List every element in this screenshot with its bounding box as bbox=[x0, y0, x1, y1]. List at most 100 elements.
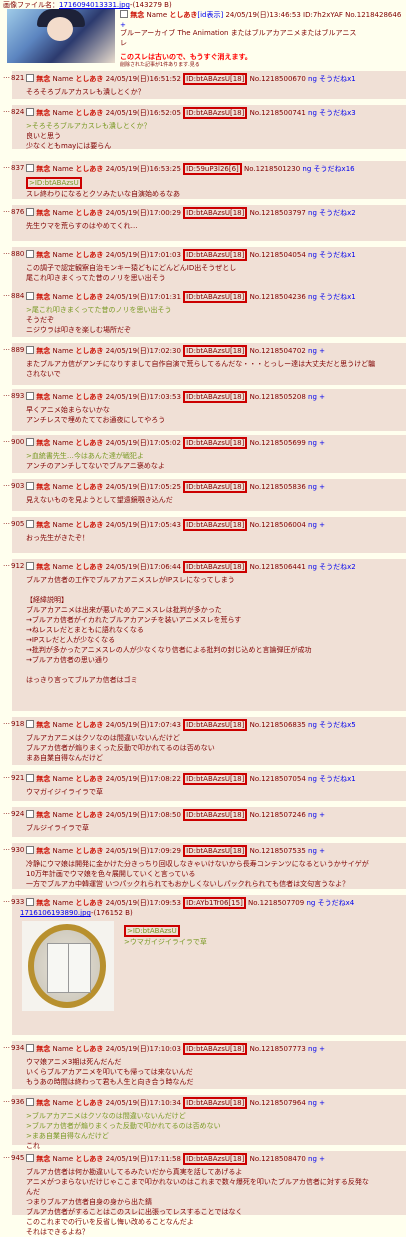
reply-no[interactable]: No.1218500670 bbox=[250, 75, 306, 83]
reply-select-checkbox[interactable] bbox=[26, 520, 34, 528]
reply-no[interactable]: No.1218505836 bbox=[250, 483, 306, 491]
reply-image[interactable] bbox=[22, 921, 114, 1011]
reply-no[interactable]: No.1218507246 bbox=[250, 811, 306, 819]
reply-no[interactable]: No.1218504054 bbox=[250, 251, 306, 259]
reply-ng-link[interactable]: ng bbox=[308, 251, 317, 259]
reply-ng-link[interactable]: ng bbox=[308, 75, 317, 83]
reply-ng-link[interactable]: ng bbox=[308, 721, 317, 729]
reply-sodane-button[interactable]: + bbox=[319, 1045, 325, 1053]
reply-ng-link[interactable]: ng bbox=[308, 109, 317, 117]
op-deleted-note[interactable]: 削除された記事が1件あります.見る bbox=[120, 62, 404, 68]
reply-sodane-button[interactable]: そうだねx1 bbox=[319, 75, 356, 83]
reply-id[interactable]: ID:btABAzsU[18] bbox=[183, 249, 248, 261]
reply-id[interactable]: ID:btABAzsU[18] bbox=[183, 561, 248, 573]
reply-select-checkbox[interactable] bbox=[26, 846, 34, 854]
reply-id[interactable]: ID:btABAzsU[18] bbox=[183, 481, 248, 493]
reply-ng-link[interactable]: ng bbox=[308, 775, 317, 783]
reply-sodane-button[interactable]: + bbox=[319, 1099, 325, 1107]
reply-sodane-button[interactable]: そうだねx1 bbox=[319, 775, 356, 783]
reply-id[interactable]: ID:btABAzsU[18] bbox=[183, 1097, 248, 1109]
reply-no[interactable]: No.1218507709 bbox=[248, 899, 304, 907]
reply-ng-link[interactable]: ng bbox=[308, 1045, 317, 1053]
reply-sodane-button[interactable]: + bbox=[319, 347, 325, 355]
reply-id[interactable]: ID:btABAzsU[18] bbox=[183, 719, 248, 731]
reply-ng-link[interactable]: ng bbox=[308, 347, 317, 355]
reply-ng-link[interactable]: ng bbox=[308, 483, 317, 491]
reply-sodane-button[interactable]: そうだねx2 bbox=[319, 209, 356, 217]
reply-sodane-button[interactable]: そうだねx16 bbox=[314, 165, 355, 173]
reply-id[interactable]: ID:btABAzsU[18] bbox=[183, 845, 248, 857]
reply-select-checkbox[interactable] bbox=[26, 482, 34, 490]
reply-id[interactable]: ID:btABAzsU[18] bbox=[183, 437, 248, 449]
op-id-show-link[interactable]: [id表示] bbox=[197, 11, 223, 19]
reply-id[interactable]: ID:btABAzsU[18] bbox=[183, 773, 248, 785]
reply-select-checkbox[interactable] bbox=[26, 1098, 34, 1106]
reply-ng-link[interactable]: ng bbox=[308, 811, 317, 819]
reply-id[interactable]: ID:btABAzsU[18] bbox=[183, 809, 248, 821]
reply-sodane-button[interactable]: そうだねx5 bbox=[319, 721, 356, 729]
reply-no[interactable]: No.1218501230 bbox=[244, 165, 300, 173]
reply-sodane-button[interactable]: そうだねx2 bbox=[319, 563, 356, 571]
reply-no[interactable]: No.1218507054 bbox=[250, 775, 306, 783]
reply-select-checkbox[interactable] bbox=[26, 720, 34, 728]
op-select-checkbox[interactable] bbox=[120, 10, 128, 18]
reply-sodane-button[interactable]: + bbox=[319, 811, 325, 819]
reply-select-checkbox[interactable] bbox=[26, 164, 34, 172]
reply-select-checkbox[interactable] bbox=[26, 810, 34, 818]
op-thumbnail[interactable] bbox=[7, 9, 115, 63]
reply-id[interactable]: ID:btABAzsU[18] bbox=[183, 519, 248, 531]
reply-ng-link[interactable]: ng bbox=[308, 393, 317, 401]
reply-ng-link[interactable]: ng bbox=[308, 847, 317, 855]
reply-no[interactable]: No.1218507964 bbox=[250, 1099, 306, 1107]
op-file-link[interactable]: 1716094013331.jpg bbox=[59, 1, 130, 9]
reply-ng-link[interactable]: ng bbox=[306, 899, 315, 907]
reply-id[interactable]: ID:btABAzsU[18] bbox=[183, 207, 248, 219]
reply-id[interactable]: ID:btABAzsU[18] bbox=[183, 1153, 248, 1165]
reply-select-checkbox[interactable] bbox=[26, 1154, 34, 1162]
reply-id[interactable]: ID:btABAzsU[18] bbox=[183, 345, 248, 357]
reply-select-checkbox[interactable] bbox=[26, 346, 34, 354]
reply-ng-link[interactable]: ng bbox=[308, 293, 317, 301]
reply-select-checkbox[interactable] bbox=[26, 292, 34, 300]
reply-file-link[interactable]: 1716106193890.jpg bbox=[20, 909, 91, 917]
reply-select-checkbox[interactable] bbox=[26, 208, 34, 216]
reply-sodane-button[interactable]: そうだねx4 bbox=[318, 899, 355, 907]
reply-id[interactable]: ID:btABAzsU[18] bbox=[183, 107, 248, 119]
reply-no[interactable]: No.1218506004 bbox=[250, 521, 306, 529]
reply-sodane-button[interactable]: + bbox=[319, 521, 325, 529]
reply-no[interactable]: No.1218506441 bbox=[250, 563, 306, 571]
reply-select-checkbox[interactable] bbox=[26, 438, 34, 446]
reply-ng-link[interactable]: ng bbox=[308, 521, 317, 529]
reply-sodane-button[interactable]: + bbox=[319, 439, 325, 447]
reply-sodane-button[interactable]: + bbox=[319, 483, 325, 491]
reply-id[interactable]: ID:59uP3l26[6] bbox=[183, 163, 242, 175]
reply-id[interactable]: ID:btABAzsU[18] bbox=[183, 391, 248, 403]
op-no[interactable]: No.1218428646 bbox=[345, 11, 401, 19]
reply-no[interactable]: No.1218507773 bbox=[250, 1045, 306, 1053]
reply-no[interactable]: No.1218507535 bbox=[250, 847, 306, 855]
reply-id[interactable]: ID:AYb1Tr06[15] bbox=[183, 897, 246, 909]
reply-no[interactable]: No.1218505208 bbox=[250, 393, 306, 401]
reply-sodane-button[interactable]: そうだねx3 bbox=[319, 109, 356, 117]
reply-no[interactable]: No.1218500741 bbox=[250, 109, 306, 117]
reply-ng-link[interactable]: ng bbox=[308, 439, 317, 447]
reply-select-checkbox[interactable] bbox=[26, 774, 34, 782]
reply-select-checkbox[interactable] bbox=[26, 392, 34, 400]
reply-sodane-button[interactable]: そうだねx1 bbox=[319, 251, 356, 259]
reply-no[interactable]: No.1218503797 bbox=[250, 209, 306, 217]
reply-ng-link[interactable]: ng bbox=[308, 1099, 317, 1107]
reply-sodane-button[interactable]: + bbox=[319, 1155, 325, 1163]
reply-select-checkbox[interactable] bbox=[26, 108, 34, 116]
reply-ng-link[interactable]: ng bbox=[308, 563, 317, 571]
reply-sodane-button[interactable]: + bbox=[319, 847, 325, 855]
reply-select-checkbox[interactable] bbox=[26, 898, 34, 906]
reply-no[interactable]: No.1218506835 bbox=[250, 721, 306, 729]
reply-no[interactable]: No.1218505699 bbox=[250, 439, 306, 447]
reply-sodane-button[interactable]: + bbox=[319, 393, 325, 401]
reply-no[interactable]: No.1218504702 bbox=[250, 347, 306, 355]
reply-select-checkbox[interactable] bbox=[26, 562, 34, 570]
reply-ng-link[interactable]: ng bbox=[308, 209, 317, 217]
reply-no[interactable]: No.1218504236 bbox=[250, 293, 306, 301]
reply-ng-link[interactable]: ng bbox=[308, 1155, 317, 1163]
reply-sodane-button[interactable]: そうだねx1 bbox=[319, 293, 356, 301]
